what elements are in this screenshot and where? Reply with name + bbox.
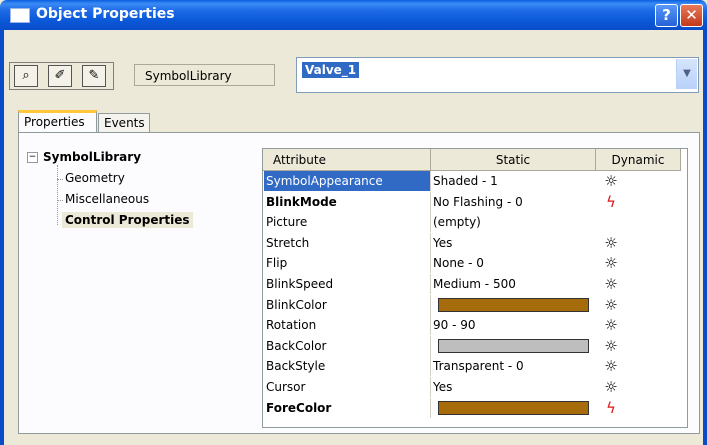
dynamic-cell[interactable]: ϟ	[596, 192, 626, 212]
tool-button-group: ⌕ ✐ ✎	[9, 62, 114, 90]
window-icon	[10, 8, 30, 23]
tree-item-label: Geometry	[65, 171, 125, 185]
static-value[interactable]: (empty)	[431, 212, 596, 232]
dynamic-cell[interactable]: ☼	[596, 356, 626, 376]
bulb-icon[interactable]: ☼	[604, 172, 617, 190]
attribute-name[interactable]: Rotation	[264, 315, 431, 336]
static-value[interactable]: Transparent - 0	[431, 356, 596, 376]
dynamic-cell[interactable]: ☼	[596, 295, 626, 315]
static-value[interactable]: Shaded - 1	[431, 171, 596, 191]
color-swatch[interactable]	[438, 338, 589, 353]
table-row[interactable]: Stretch Yes ☼	[263, 232, 681, 253]
tree-connector	[57, 165, 59, 225]
wand-tool-icon[interactable]: ✐	[48, 65, 72, 87]
table-row[interactable]: SymbolAppearance Shaded - 1 ☼	[263, 171, 681, 191]
bulb-icon[interactable]: ☼	[604, 316, 617, 334]
table-row[interactable]: BackColor ☼	[263, 335, 681, 356]
window-title: Object Properties	[36, 6, 175, 22]
table-row[interactable]: Cursor Yes ☼	[263, 377, 681, 397]
dynamic-cell[interactable]: ☼	[596, 253, 626, 273]
attribute-name[interactable]: BackColor	[264, 335, 431, 356]
attribute-name[interactable]: BlinkSpeed	[264, 274, 431, 294]
table-row[interactable]: BlinkColor ☼	[263, 294, 681, 315]
static-value[interactable]: Yes	[431, 377, 596, 397]
tab-events[interactable]: Events	[98, 113, 150, 133]
attribute-name[interactable]: Picture	[264, 212, 431, 233]
attribute-name[interactable]: BlinkMode	[264, 191, 431, 212]
attribute-name[interactable]: Flip	[264, 253, 431, 274]
attribute-name[interactable]: BlinkColor	[264, 294, 431, 315]
object-name-combo[interactable]: Valve_1 ▼	[296, 57, 699, 93]
table-row[interactable]: ForeColor ϟ	[263, 397, 681, 418]
attribute-name[interactable]: BackStyle	[264, 356, 431, 377]
bulb-icon[interactable]: ☼	[604, 337, 617, 355]
attribute-name[interactable]: SymbolAppearance	[264, 171, 431, 191]
window-frame-right	[703, 30, 707, 445]
static-value[interactable]: Yes	[431, 233, 596, 253]
header-static[interactable]: Static	[431, 149, 596, 171]
library-name-field: SymbolLibrary	[134, 64, 275, 86]
table-row[interactable]: Picture (empty)	[263, 212, 681, 233]
lightning-icon[interactable]: ϟ	[606, 399, 616, 417]
color-swatch[interactable]	[438, 297, 589, 312]
bulb-icon[interactable]: ☼	[604, 357, 617, 375]
dynamic-cell[interactable]: ϟ	[596, 398, 626, 418]
dynamic-cell[interactable]: ☼	[596, 274, 626, 294]
tree-item-geometry[interactable]: Geometry	[57, 171, 125, 185]
brush-tool-icon[interactable]: ✎	[82, 65, 106, 87]
attribute-name[interactable]: ForeColor	[264, 397, 431, 418]
bulb-icon[interactable]: ☼	[604, 254, 617, 272]
object-tree: − SymbolLibrary Geometry Miscellaneous C…	[27, 145, 257, 435]
pointer-tool-icon[interactable]: ⌕	[14, 65, 38, 87]
dynamic-cell[interactable]: ☼	[596, 336, 626, 356]
tree-item-label: Control Properties	[65, 213, 190, 227]
tree-item-miscellaneous[interactable]: Miscellaneous	[57, 192, 150, 206]
tree-item-control-properties[interactable]: Control Properties	[62, 212, 193, 228]
tab-properties[interactable]: Properties	[18, 110, 97, 133]
bulb-icon[interactable]: ☼	[604, 234, 617, 252]
title-bar[interactable]: Object Properties ? ✕	[0, 0, 707, 30]
object-name-value[interactable]: Valve_1	[302, 62, 360, 78]
table-row[interactable]: Flip None - 0 ☼	[263, 253, 681, 274]
table-row[interactable]: BackStyle Transparent - 0 ☼	[263, 356, 681, 377]
table-row[interactable]: Rotation 90 - 90 ☼	[263, 315, 681, 336]
attribute-name[interactable]: Stretch	[264, 232, 431, 253]
close-button[interactable]: ✕	[680, 4, 703, 27]
dynamic-cell[interactable]: ☼	[596, 377, 626, 397]
attribute-name[interactable]: Cursor	[264, 377, 431, 397]
dynamic-cell[interactable]: ☼	[596, 233, 626, 253]
bulb-icon[interactable]: ☼	[604, 378, 617, 396]
static-value[interactable]: None - 0	[431, 253, 596, 273]
bulb-icon[interactable]: ☼	[604, 296, 617, 314]
header-dynamic[interactable]: Dynamic	[596, 149, 681, 171]
collapse-icon[interactable]: −	[27, 152, 38, 163]
static-value[interactable]: No Flashing - 0	[431, 192, 596, 212]
bulb-icon[interactable]: ☼	[604, 275, 617, 293]
table-row[interactable]: BlinkSpeed Medium - 500 ☼	[263, 274, 681, 294]
static-value[interactable]: Medium - 500	[431, 274, 596, 294]
window-frame-left	[0, 30, 4, 445]
dynamic-cell[interactable]: ☼	[596, 171, 626, 191]
static-value[interactable]: 90 - 90	[431, 315, 596, 335]
chevron-down-icon[interactable]: ▼	[676, 59, 697, 89]
tree-root-symbollibrary[interactable]: SymbolLibrary	[43, 150, 141, 164]
lightning-icon[interactable]: ϟ	[606, 193, 616, 211]
object-properties-window: Object Properties ? ✕ ⌕ ✐ ✎ SymbolLibrar…	[0, 0, 707, 445]
dynamic-cell[interactable]: ☼	[596, 315, 626, 335]
tree-item-label: Miscellaneous	[65, 192, 150, 206]
color-swatch[interactable]	[438, 400, 589, 415]
attribute-grid: Attribute Static Dynamic SymbolAppearanc…	[262, 148, 688, 428]
header-attribute[interactable]: Attribute	[263, 149, 431, 171]
help-button[interactable]: ?	[655, 4, 678, 27]
table-row[interactable]: BlinkMode No Flashing - 0 ϟ	[263, 191, 681, 212]
